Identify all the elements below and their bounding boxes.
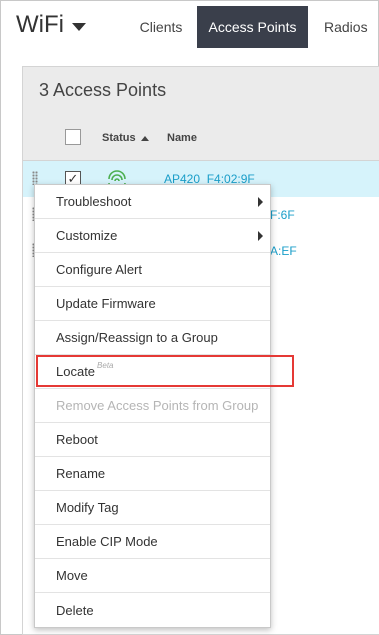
menu-item-troubleshoot[interactable]: Troubleshoot bbox=[35, 185, 270, 219]
panel-title: 3 Access Points bbox=[39, 80, 167, 100]
menu-item-reboot[interactable]: Reboot bbox=[35, 423, 270, 457]
column-status-label: Status bbox=[102, 132, 136, 144]
panel-header: 3 Access Points Status Name bbox=[23, 67, 379, 161]
menu-item-customize[interactable]: Customize bbox=[35, 219, 270, 253]
sort-ascending-icon bbox=[140, 135, 149, 141]
wifi-menu-button[interactable]: WiFi bbox=[16, 11, 86, 39]
menu-item-delete[interactable]: Delete bbox=[35, 593, 270, 627]
menu-item-modify-tag[interactable]: Modify Tag bbox=[35, 491, 270, 525]
menu-item-rename[interactable]: Rename bbox=[35, 457, 270, 491]
menu-item-update-firmware[interactable]: Update Firmware bbox=[35, 287, 270, 321]
wifi-title: WiFi bbox=[16, 11, 64, 38]
ap-name-link[interactable]: A:EF bbox=[270, 244, 297, 258]
top-bar: WiFi Clients Access Points Radios bbox=[0, 0, 379, 50]
beta-badge: Beta bbox=[97, 361, 114, 370]
menu-item-assign-group[interactable]: Assign/Reassign to a Group bbox=[35, 321, 270, 355]
tab-clients[interactable]: Clients bbox=[126, 6, 196, 48]
menu-item-remove-from-group: Remove Access Points from Group bbox=[35, 389, 270, 423]
column-status[interactable]: Status bbox=[102, 132, 149, 144]
column-header-row: Status Name bbox=[23, 113, 379, 161]
tab-radios[interactable]: Radios bbox=[310, 6, 378, 48]
menu-item-locate[interactable]: Locate Beta bbox=[35, 355, 270, 389]
chevron-right-icon bbox=[258, 231, 263, 241]
menu-item-configure-alert[interactable]: Configure Alert bbox=[35, 253, 270, 287]
menu-item-enable-cip-mode[interactable]: Enable CIP Mode bbox=[35, 525, 270, 559]
menu-item-label: Locate bbox=[56, 364, 96, 379]
menu-item-label: Customize bbox=[56, 228, 118, 243]
context-menu: Troubleshoot Customize Configure Alert U… bbox=[34, 184, 294, 628]
menu-item-move[interactable]: Move bbox=[35, 559, 270, 593]
column-name[interactable]: Name bbox=[167, 132, 197, 144]
chevron-right-icon bbox=[258, 197, 263, 207]
tab-access-points[interactable]: Access Points bbox=[197, 6, 308, 48]
ap-name-link[interactable]: F:6F bbox=[270, 208, 295, 222]
caret-down-icon bbox=[71, 22, 86, 31]
menu-item-label: Troubleshoot bbox=[56, 194, 132, 209]
drag-handle-icon[interactable] bbox=[32, 171, 38, 185]
select-all-checkbox[interactable] bbox=[65, 129, 81, 145]
